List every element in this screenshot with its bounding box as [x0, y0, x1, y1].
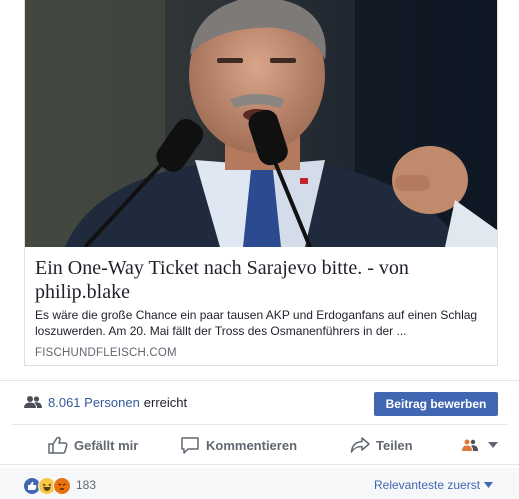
divider — [0, 464, 519, 465]
reaction-icons[interactable] — [23, 477, 71, 495]
link-preview-card[interactable]: Ein One-Way Ticket nach Sarajevo bitte. … — [24, 0, 498, 366]
link-title[interactable]: Ein One-Way Ticket nach Sarajevo bitte. … — [35, 256, 490, 304]
link-description: Es wäre die große Chance ein paar tausen… — [35, 308, 478, 338]
post-card: Ein One-Way Ticket nach Sarajevo bitte. … — [0, 0, 519, 499]
reaction-count[interactable]: 183 — [76, 478, 96, 492]
comment-icon — [181, 437, 199, 454]
people-icon — [24, 396, 42, 408]
link-preview-image[interactable] — [25, 0, 497, 247]
like-label: Gefällt mir — [74, 437, 139, 453]
link-domain: FISCHUNDFLEISCH.COM — [35, 347, 177, 359]
share-label: Teilen — [376, 437, 413, 453]
chevron-down-icon — [484, 482, 494, 488]
divider — [0, 380, 519, 381]
comment-label: Kommentieren — [206, 437, 298, 453]
angry-reaction-icon — [53, 477, 71, 495]
reactions-bar: 183 Relevanteste zuerst — [0, 468, 519, 499]
share-icon — [350, 437, 370, 453]
reach-count-link[interactable]: 8.061 Personen — [48, 395, 140, 410]
boost-post-button[interactable]: Beitrag bewerben — [374, 392, 498, 416]
like-button[interactable]: Gefällt mir — [48, 434, 138, 456]
post-actions: Gefällt mir Kommentieren Teilen — [0, 428, 519, 462]
audience-selector[interactable] — [462, 434, 504, 456]
comment-button[interactable]: Kommentieren — [180, 434, 297, 456]
speaker-photo — [25, 0, 497, 247]
share-button[interactable]: Teilen — [350, 434, 413, 456]
audience-icon — [462, 439, 478, 451]
chevron-down-icon — [488, 442, 498, 448]
divider — [12, 424, 507, 425]
sort-label: Relevanteste zuerst — [374, 478, 481, 492]
like-icon — [48, 436, 68, 454]
reach-stats: 8.061 Personen erreicht — [24, 392, 187, 412]
reach-suffix: erreicht — [143, 394, 188, 410]
comment-sort-selector[interactable]: Relevanteste zuerst — [374, 478, 494, 492]
